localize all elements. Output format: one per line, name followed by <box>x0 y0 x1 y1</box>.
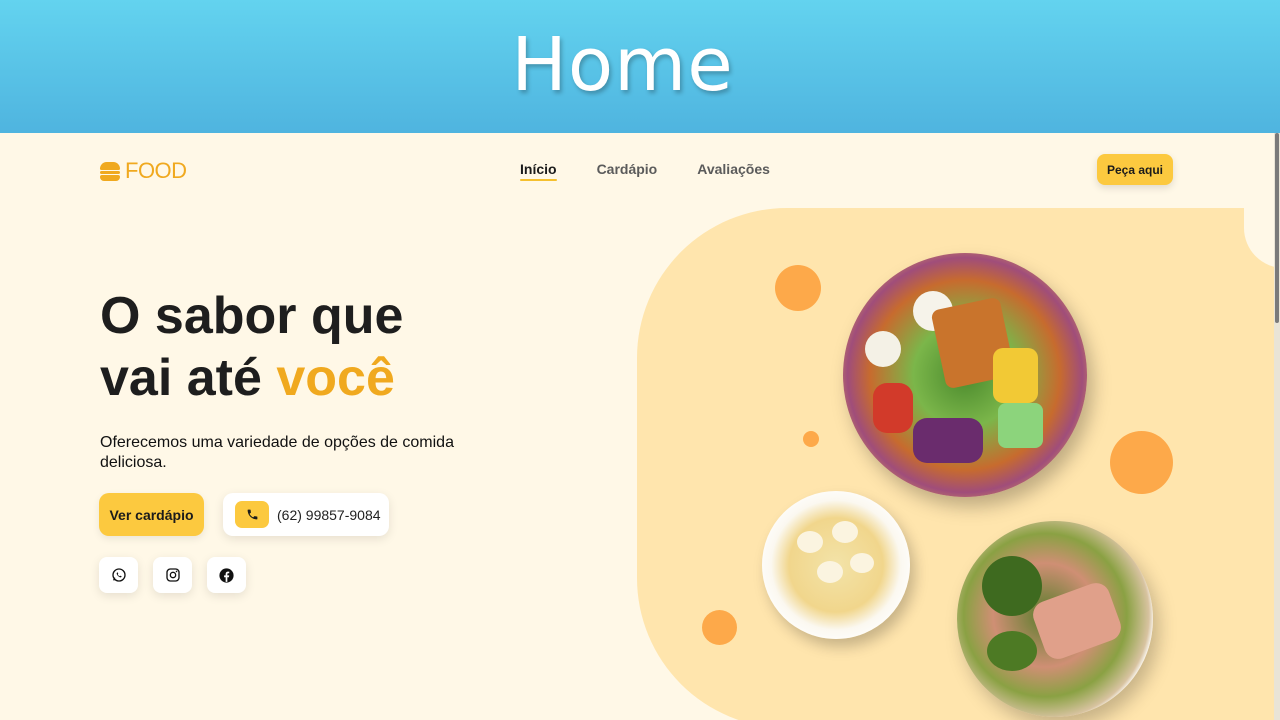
decor-dot-3 <box>1110 431 1173 494</box>
logo-text: FOOD <box>125 158 187 183</box>
phone-number: (62) 99857-9084 <box>277 506 381 523</box>
view-menu-button[interactable]: Ver cardápio <box>99 493 204 536</box>
main-nav: Início Cardápio Avaliações <box>520 161 770 181</box>
headline-line2: vai até <box>100 349 277 407</box>
whatsapp-icon <box>111 568 126 582</box>
phone-icon <box>235 501 269 528</box>
headline-accent: você <box>276 349 395 407</box>
instagram-link[interactable] <box>153 557 192 593</box>
whatsapp-link[interactable] <box>99 557 138 593</box>
nav-link-inicio[interactable]: Início <box>520 161 557 181</box>
facebook-icon <box>219 567 234 583</box>
decor-dot-1 <box>775 265 821 311</box>
landing-page: FOOD Início Cardápio Avaliações Peça aqu… <box>0 133 1280 720</box>
ceviche-bowl-image <box>762 491 910 639</box>
decor-dot-4 <box>702 610 737 645</box>
hero-headline: O sabor que vai até você <box>100 285 403 409</box>
logo[interactable]: FOOD <box>100 158 187 184</box>
social-links <box>99 557 246 593</box>
phone-button[interactable]: (62) 99857-9084 <box>223 493 389 536</box>
decor-dot-2 <box>803 431 819 447</box>
salad-bowl-image <box>843 253 1087 497</box>
nav-link-avaliacoes[interactable]: Avaliações <box>697 161 770 181</box>
scrollbar[interactable] <box>1274 133 1280 720</box>
banner: Home <box>0 0 1280 133</box>
nav-link-cardapio[interactable]: Cardápio <box>597 161 658 181</box>
banner-title: Home <box>511 22 734 108</box>
order-button[interactable]: Peça aqui <box>1097 154 1173 185</box>
salmon-plate-image <box>957 521 1153 717</box>
burger-icon <box>100 161 120 181</box>
hero-subtitle: Oferecemos uma variedade de opções de co… <box>100 434 454 471</box>
scrollbar-thumb[interactable] <box>1275 133 1279 323</box>
headline-line1: O sabor que <box>100 287 404 345</box>
facebook-link[interactable] <box>207 557 246 593</box>
instagram-icon <box>165 568 180 582</box>
